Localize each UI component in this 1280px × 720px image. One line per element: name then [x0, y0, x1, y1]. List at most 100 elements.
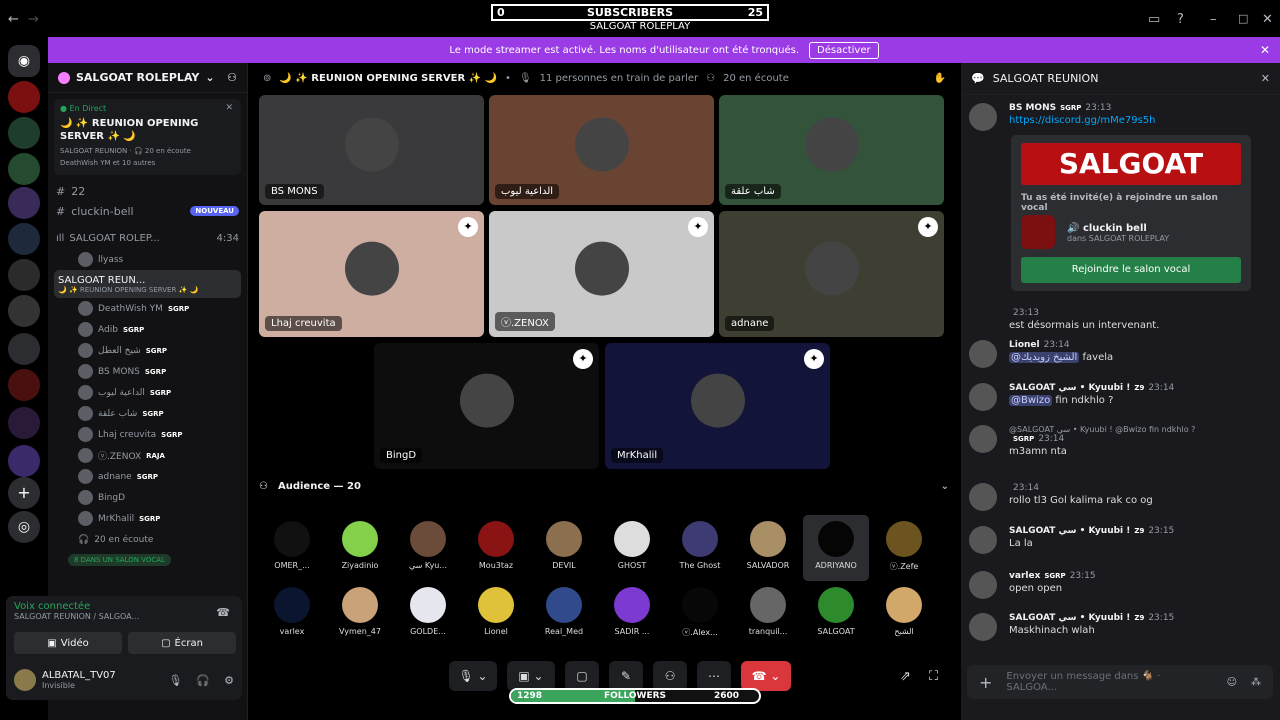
speaker-tile[interactable]: Lhaj creuvita ✦ [259, 211, 484, 337]
server-icon-salgoat[interactable] [8, 81, 40, 113]
emoji-icon[interactable]: ☺ [1227, 677, 1237, 688]
audience-member[interactable]: GOLDE... [395, 581, 461, 647]
server-folder[interactable] [8, 259, 40, 291]
audience-member[interactable]: DEVIL [531, 515, 597, 581]
message-author[interactable]: Lionel [1009, 340, 1040, 350]
audience-member[interactable]: GHOST [599, 515, 665, 581]
voice-member[interactable]: llyass [48, 249, 247, 270]
audience-member[interactable]: OMER_... [259, 515, 325, 581]
message-author[interactable]: BS MONS [1009, 103, 1056, 113]
voice-member[interactable]: MrKhalil SGRP [48, 508, 247, 529]
move-to-audience-button[interactable]: ✎ [609, 661, 643, 691]
voice-member[interactable]: Lhaj creuvita SGRP [48, 424, 247, 445]
avatar[interactable] [969, 103, 997, 131]
in-voice-pill[interactable]: 8 DANS UN SALON VOCAL [68, 554, 171, 566]
apps-icon[interactable]: ⁂ [1251, 677, 1261, 688]
disconnect-icon[interactable]: ☎ [216, 606, 230, 619]
message-input[interactable]: + Envoyer un message dans 🐐 · SALGOA... … [967, 665, 1273, 699]
message-author[interactable]: SALGOAT سي • Kyuubi ! [1009, 526, 1130, 536]
message-author[interactable]: varlex [1009, 571, 1040, 581]
server-folder[interactable] [8, 117, 40, 149]
audience-member[interactable]: SADIR ... [599, 581, 665, 647]
invite-people-icon[interactable]: ⚇ [227, 71, 237, 84]
mention[interactable]: @الشيخ زويديك [1009, 352, 1080, 363]
avatar[interactable] [969, 383, 997, 411]
audience-member[interactable]: الشبح [871, 581, 937, 647]
discover-icon[interactable]: ◎ [8, 511, 40, 543]
message-text[interactable]: https://discord.gg/mMe79s5h [1009, 115, 1155, 126]
voice-channel-item[interactable]: ıll SALGOAT ROLEP... 4:34 [48, 227, 247, 249]
message-author[interactable]: SALGOAT سي • Kyuubi ! [1009, 383, 1130, 393]
avatar[interactable] [969, 340, 997, 368]
camera-button[interactable]: ▣ ⌄ [507, 661, 555, 691]
server-header[interactable]: SALGOAT ROLEPLAY ⌄ ⚇ [48, 63, 247, 93]
speaker-tile[interactable]: ⓥ.ZENOX ✦ [489, 211, 714, 337]
discord-home-icon[interactable]: ◉ [8, 45, 40, 77]
audience-member[interactable]: ⓥ.Zefe [871, 515, 937, 581]
voice-member[interactable]: DeathWish YM SGRP [48, 298, 247, 319]
speaker-badge-icon[interactable]: ✦ [804, 349, 824, 369]
reply-preview[interactable]: @SALGOAT سي • Kyuubi ! @Bwizo fin ndkhlo… [1009, 425, 1269, 434]
server-icon[interactable] [8, 369, 40, 401]
speaker-badge-icon[interactable]: ✦ [918, 217, 938, 237]
close-icon[interactable]: ✕ [225, 103, 233, 113]
close-banner-icon[interactable]: ✕ [1260, 43, 1270, 57]
server-icon[interactable] [8, 407, 40, 439]
audience-member[interactable]: Real_Med [531, 581, 597, 647]
voice-member[interactable]: BS MONS SGRP [48, 361, 247, 382]
audience-member[interactable]: Vymen_47 [327, 581, 393, 647]
audience-member[interactable]: SALGOAT [803, 581, 869, 647]
audience-member[interactable]: tranquil... [735, 581, 801, 647]
mention[interactable]: @Bwizo [1009, 395, 1053, 406]
server-icon[interactable] [8, 187, 40, 219]
server-icon[interactable] [8, 153, 40, 185]
close-chat-icon[interactable]: ✕ [1261, 72, 1270, 85]
fullscreen-icon[interactable]: ⛶ [929, 669, 938, 684]
message-author[interactable]: SALGOAT سي • Kyuubi ! [1009, 613, 1130, 623]
speaker-tile[interactable]: شاب علقة [719, 95, 944, 205]
leave-call-button[interactable]: ☎ ⌄ [741, 661, 791, 691]
audience-member[interactable]: ⓥ.Alex... [667, 581, 733, 647]
join-voice-button[interactable]: Rejoindre le salon vocal [1021, 257, 1241, 283]
voice-location[interactable]: SALGOAT REUNION / SALGOA... [14, 612, 234, 621]
voice-member[interactable]: Adib SGRP [48, 319, 247, 340]
server-folder[interactable] [8, 295, 40, 327]
avatar[interactable] [969, 526, 997, 554]
server-folder[interactable] [8, 333, 40, 365]
chevron-down-icon[interactable]: ⌄ [941, 481, 949, 492]
live-stage-card[interactable]: ● En Direct ✕ 🌙 ✨ REUNION OPENING SERVER… [54, 99, 241, 175]
microphone-icon[interactable]: 🎙 [168, 674, 182, 687]
speaker-tile[interactable]: adnane ✦ [719, 211, 944, 337]
avatar[interactable] [969, 483, 997, 511]
voice-channel-item-active[interactable]: SALGOAT REUN... 🌙 ✨ REUNION OPENING SERV… [54, 270, 241, 298]
audience-member[interactable]: The Ghost [667, 515, 733, 581]
channel-item-cluckin-bell[interactable]: # cluckin-bell NOUVEAU [48, 201, 247, 221]
add-attachment-icon[interactable]: + [979, 673, 992, 692]
avatar[interactable] [14, 669, 36, 691]
speaker-badge-icon[interactable]: ✦ [688, 217, 708, 237]
audience-member[interactable]: Ziyadinio [327, 515, 393, 581]
avatar[interactable] [969, 571, 997, 599]
voice-member[interactable]: شيخ العطل SGRP [48, 340, 247, 361]
voice-member[interactable]: الداعية ليوب SGRP [48, 382, 247, 403]
audience-header[interactable]: ⚇ Audience — 20 ⌄ [259, 481, 949, 492]
invite-to-speak-button[interactable]: ⚇ [653, 661, 687, 691]
more-options-button[interactable]: ⋯ [697, 661, 731, 691]
voice-member[interactable]: BingD [48, 487, 247, 508]
audience-member[interactable]: سي Kyu... [395, 515, 461, 581]
speaker-badge-icon[interactable]: ✦ [458, 217, 478, 237]
speaker-tile[interactable]: MrKhalil ✦ [605, 343, 830, 469]
mute-button[interactable]: 🎙 ⌄ [449, 661, 497, 691]
server-icon[interactable] [8, 445, 40, 477]
settings-gear-icon[interactable]: ⚙ [224, 674, 234, 687]
avatar[interactable] [969, 425, 997, 453]
speaker-tile[interactable]: BingD ✦ [374, 343, 599, 469]
speaker-tile[interactable]: الداعية ليوب [489, 95, 714, 205]
voice-member[interactable]: adnane SGRP [48, 466, 247, 487]
channel-item[interactable]: #22 [48, 181, 247, 201]
voice-member[interactable]: شاب علقة SGRP [48, 403, 247, 424]
audience-member[interactable]: varlex [259, 581, 325, 647]
screen-share-button[interactable]: ▢ [565, 661, 599, 691]
screen-share-button[interactable]: ▢ Écran [128, 632, 236, 654]
speaker-badge-icon[interactable]: ✦ [573, 349, 593, 369]
